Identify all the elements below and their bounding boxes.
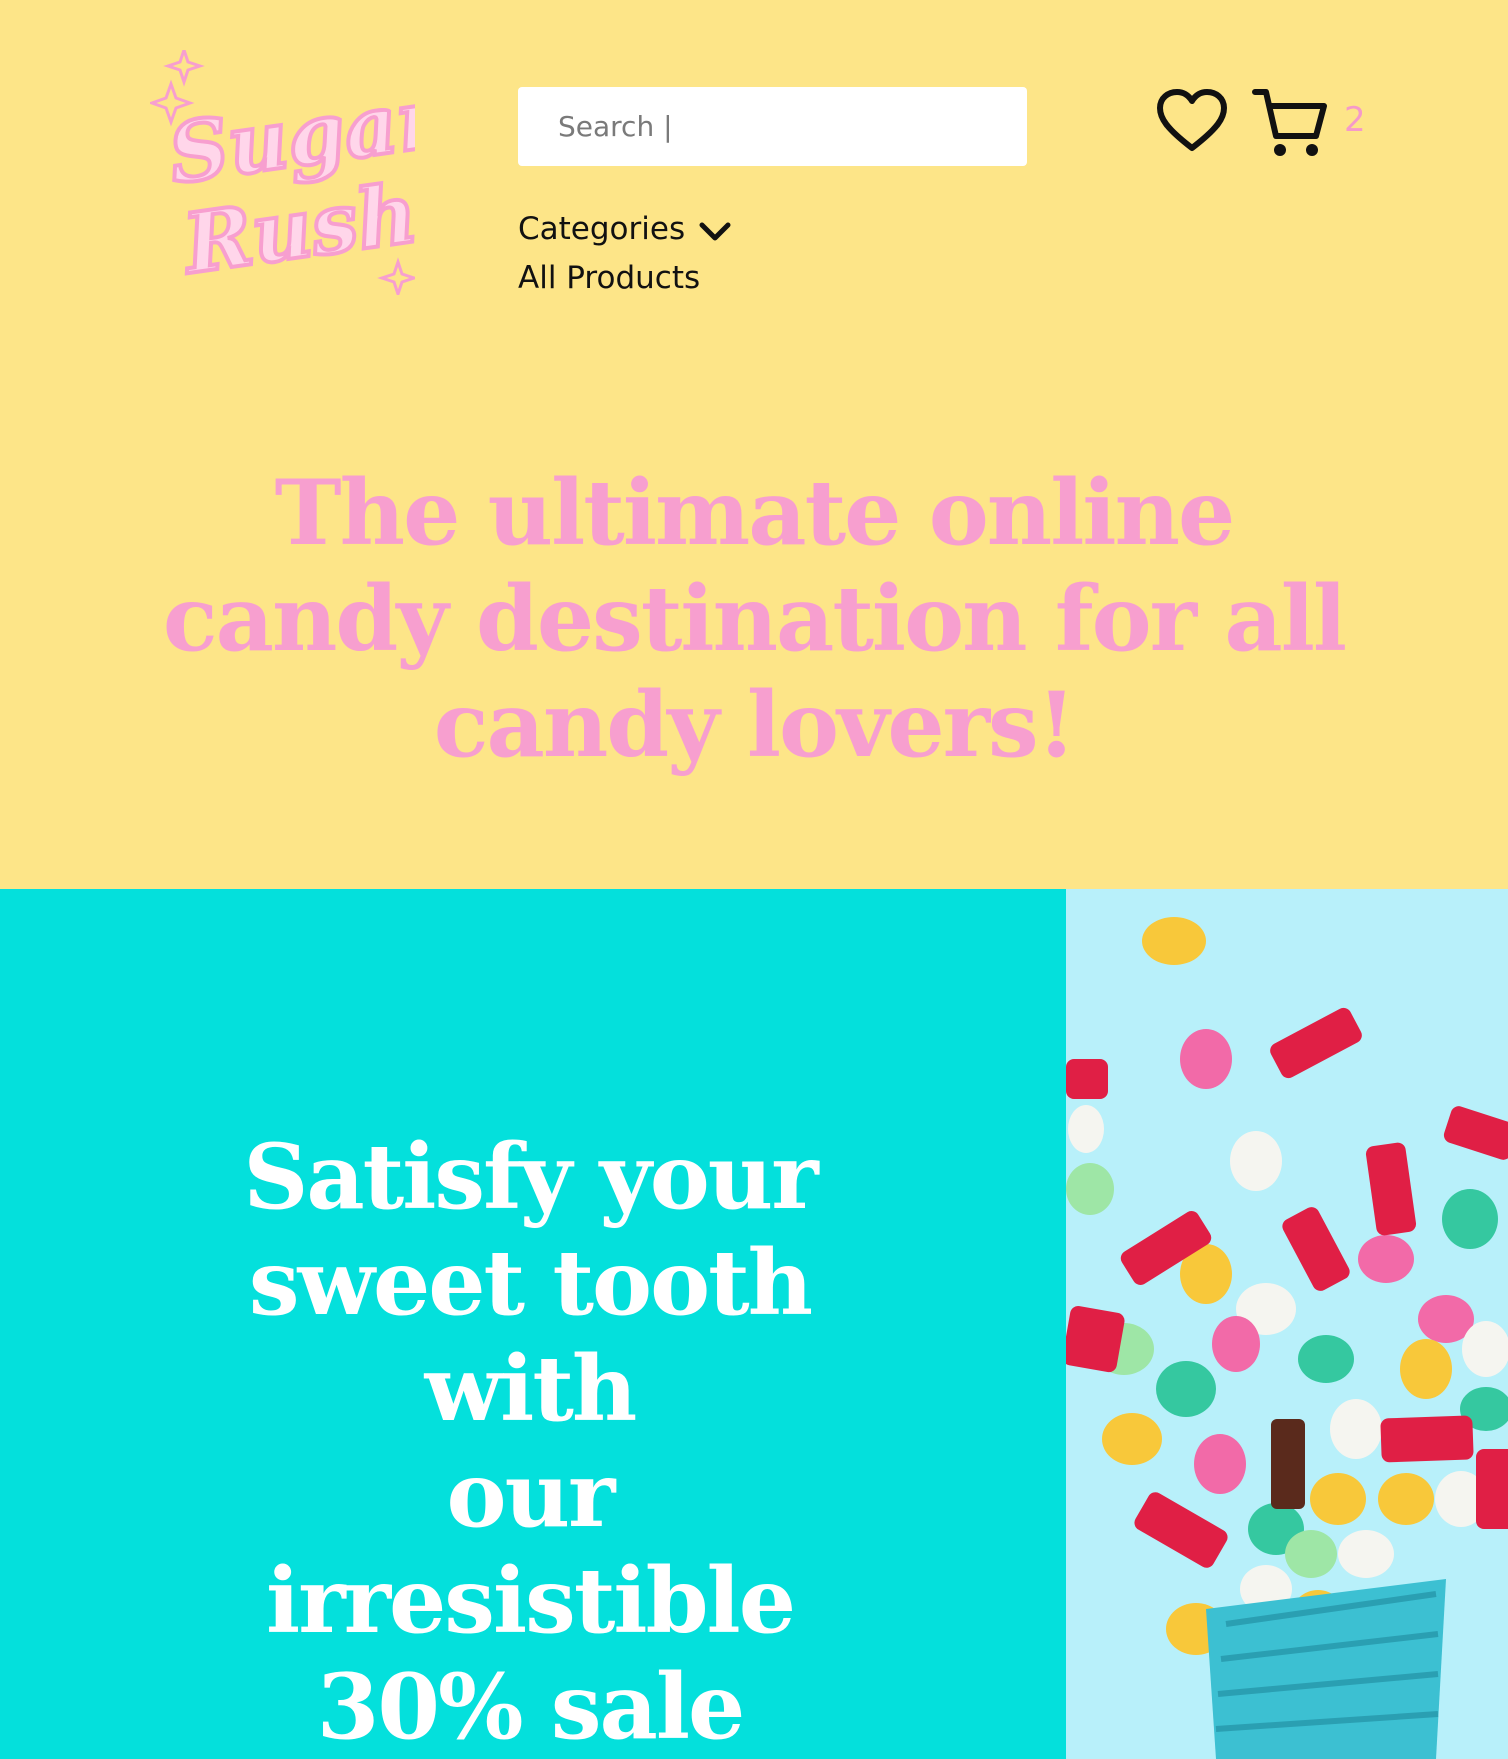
- promo-line: irresistible: [266, 1548, 796, 1654]
- search-input[interactable]: [558, 87, 998, 166]
- promo-line: sweet tooth: [248, 1230, 813, 1336]
- heart-icon[interactable]: [1156, 88, 1228, 154]
- promo-line: our: [446, 1442, 616, 1548]
- candy-illustration: [1066, 889, 1508, 1759]
- brand-logo-image: Sugar Rush: [150, 50, 415, 295]
- promo-panel: Satisfy your sweet tooth with our irresi…: [0, 889, 1066, 1759]
- promo-line: 30% sale: [316, 1654, 746, 1759]
- search-bar[interactable]: [518, 87, 1027, 166]
- candy-photo: [1066, 889, 1508, 1759]
- nav-all-products[interactable]: All Products: [518, 260, 700, 296]
- brand-logo[interactable]: Sugar Rush: [150, 50, 415, 295]
- chevron-down-icon: [699, 222, 731, 241]
- nav-categories-label: Categories: [518, 211, 686, 247]
- nav-categories[interactable]: Categories: [518, 205, 731, 253]
- hero-headline: The ultimate online candy destination fo…: [162, 460, 1347, 778]
- cart-icon[interactable]: [1252, 86, 1328, 162]
- promo-line: Satisfy your: [243, 1124, 818, 1230]
- promo-line: with: [424, 1336, 638, 1442]
- promo-text: Satisfy your sweet tooth with our irresi…: [140, 1124, 920, 1759]
- cart-count-badge: 2: [1344, 100, 1366, 140]
- site-header: Sugar Rush Categories All Products 2 The…: [0, 0, 1508, 889]
